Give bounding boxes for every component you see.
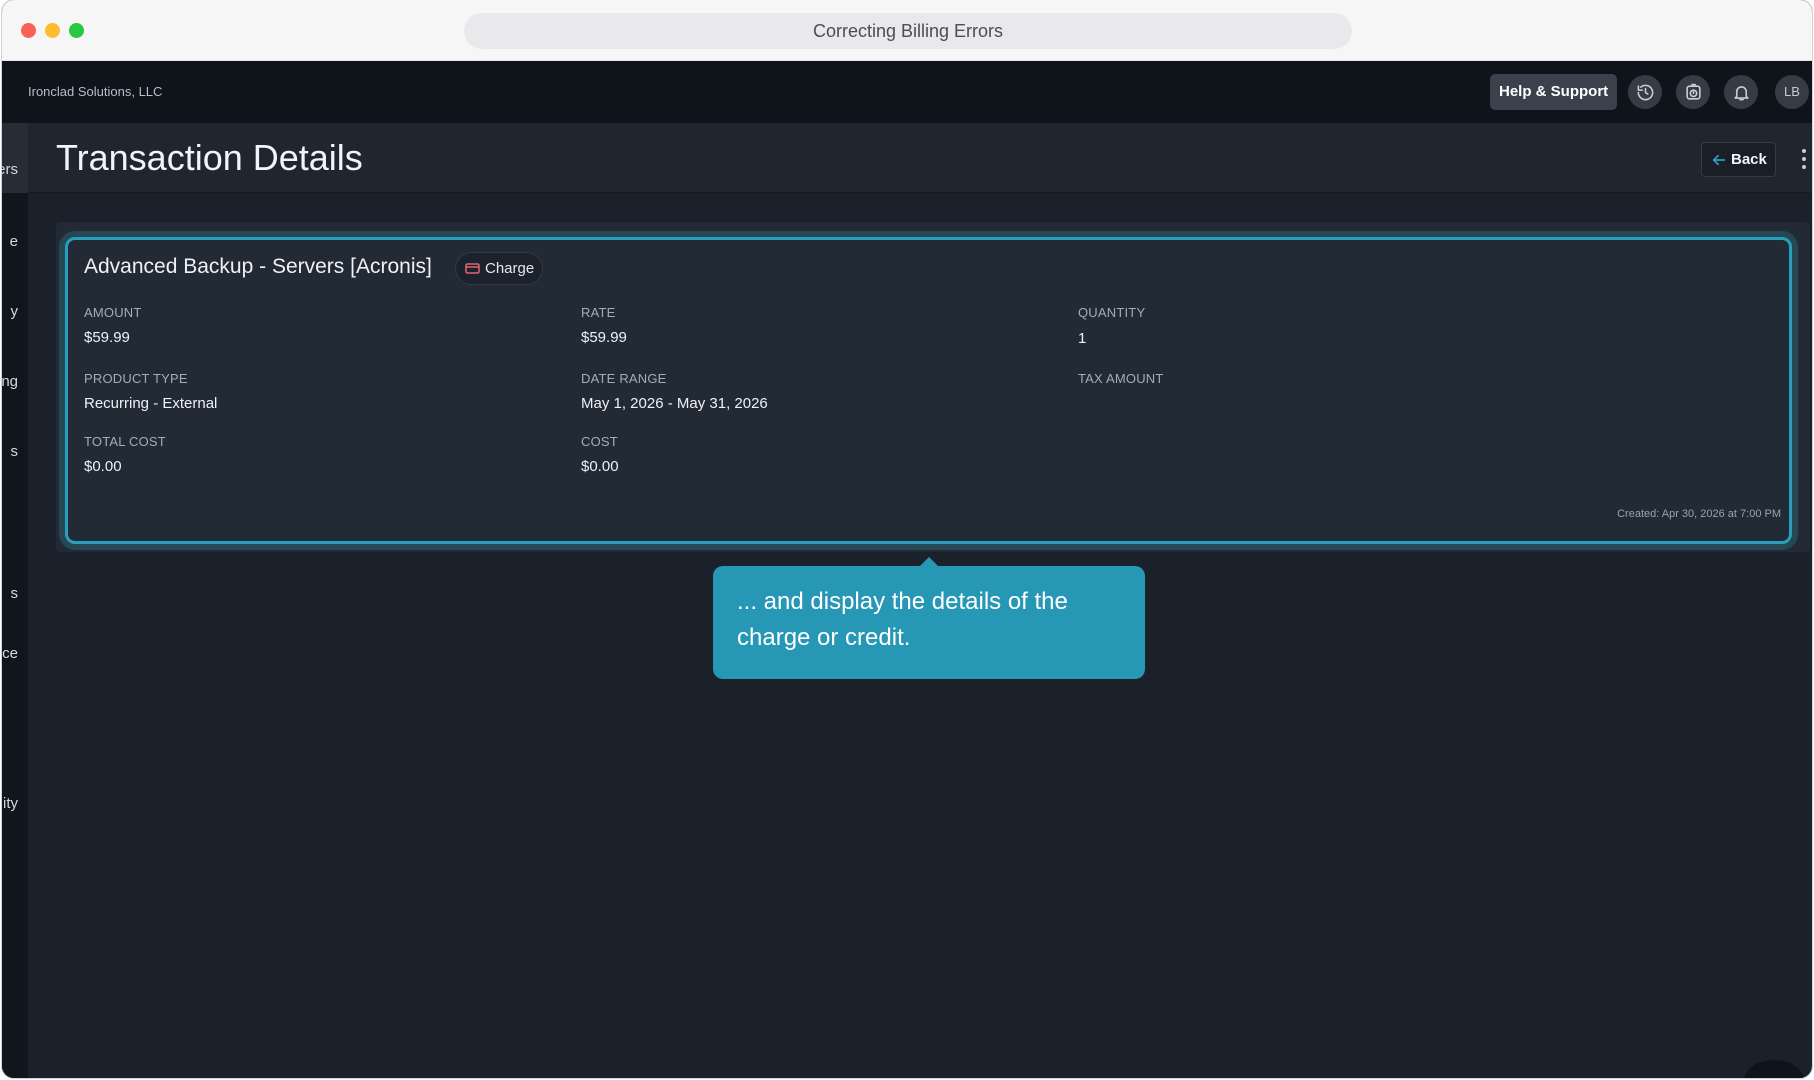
help-support-button[interactable]: Help & Support	[1490, 74, 1618, 110]
transaction-type-label: Charge	[485, 260, 535, 277]
quantity-label: QUANTITY	[1078, 305, 1146, 320]
sidebar-item-8[interactable]: ity	[3, 795, 18, 812]
history-icon	[1637, 84, 1653, 100]
product-type-label: PRODUCT TYPE	[84, 371, 188, 386]
close-window-button[interactable]	[21, 23, 36, 38]
date-range-label: DATE RANGE	[581, 371, 667, 386]
credit-card-icon	[465, 263, 480, 274]
sidebar-item-2[interactable]: e	[10, 233, 18, 250]
transaction-name: Advanced Backup - Servers [Acronis]	[84, 255, 432, 278]
sidebar-item-customers[interactable]: ers	[2, 161, 18, 178]
total-cost-value: $0.00	[84, 458, 122, 475]
bell-icon	[1733, 85, 1749, 100]
amount-label: AMOUNT	[84, 305, 142, 320]
arrow-left-icon	[1712, 154, 1726, 165]
timer-icon	[1685, 83, 1701, 100]
created-timestamp: Created: Apr 30, 2026 at 7:00 PM	[1617, 508, 1781, 520]
page-title: Transaction Details	[56, 137, 363, 178]
sidebar: ers e y ng s s ce ity	[2, 123, 28, 1078]
transaction-type-badge: Charge	[455, 252, 544, 285]
app-header: Ironclad Solutions, LLC Help & Support L…	[2, 61, 1812, 123]
rate-value: $59.99	[581, 329, 627, 346]
total-cost-label: TOTAL COST	[84, 434, 166, 449]
window-titlebar: Correcting Billing Errors	[2, 0, 1812, 61]
tutorial-tooltip: ... and display the details of the charg…	[713, 566, 1145, 679]
transaction-card: Advanced Backup - Servers [Acronis] Char…	[65, 237, 1792, 544]
page-header: Transaction Details Back	[28, 123, 1812, 193]
back-button-label: Back	[1731, 151, 1767, 168]
maximize-window-button[interactable]	[69, 23, 84, 38]
rate-label: RATE	[581, 305, 616, 320]
cost-value: $0.00	[581, 458, 619, 475]
minimize-window-button[interactable]	[45, 23, 60, 38]
quantity-value: 1	[1078, 330, 1087, 347]
app-window: Correcting Billing Errors Ironclad Solut…	[2, 0, 1812, 1078]
user-avatar[interactable]: LB	[1775, 75, 1809, 109]
sidebar-item-7[interactable]: ce	[2, 645, 18, 662]
more-options-icon	[1802, 149, 1806, 153]
sidebar-item-3[interactable]: y	[11, 303, 19, 320]
notifications-button[interactable]	[1724, 75, 1758, 109]
amount-value: $59.99	[84, 329, 130, 346]
chat-widget-button[interactable]	[1744, 1060, 1804, 1078]
back-button[interactable]: Back	[1701, 142, 1776, 177]
timer-button[interactable]	[1676, 75, 1710, 109]
product-type-value: Recurring - External	[84, 395, 218, 412]
date-range-value: May 1, 2026 - May 31, 2026	[581, 395, 768, 412]
company-name: Ironclad Solutions, LLC	[28, 84, 163, 99]
sidebar-item-4[interactable]: ng	[2, 373, 18, 390]
window-title: Correcting Billing Errors	[464, 13, 1352, 49]
more-options-button[interactable]	[1801, 149, 1807, 169]
cost-label: COST	[581, 434, 618, 449]
sidebar-item-5[interactable]: s	[11, 443, 19, 460]
sidebar-item-6[interactable]: s	[11, 585, 19, 602]
tax-amount-label: TAX AMOUNT	[1078, 371, 1164, 386]
history-button[interactable]	[1628, 75, 1662, 109]
sidebar-active-indicator	[2, 123, 28, 193]
